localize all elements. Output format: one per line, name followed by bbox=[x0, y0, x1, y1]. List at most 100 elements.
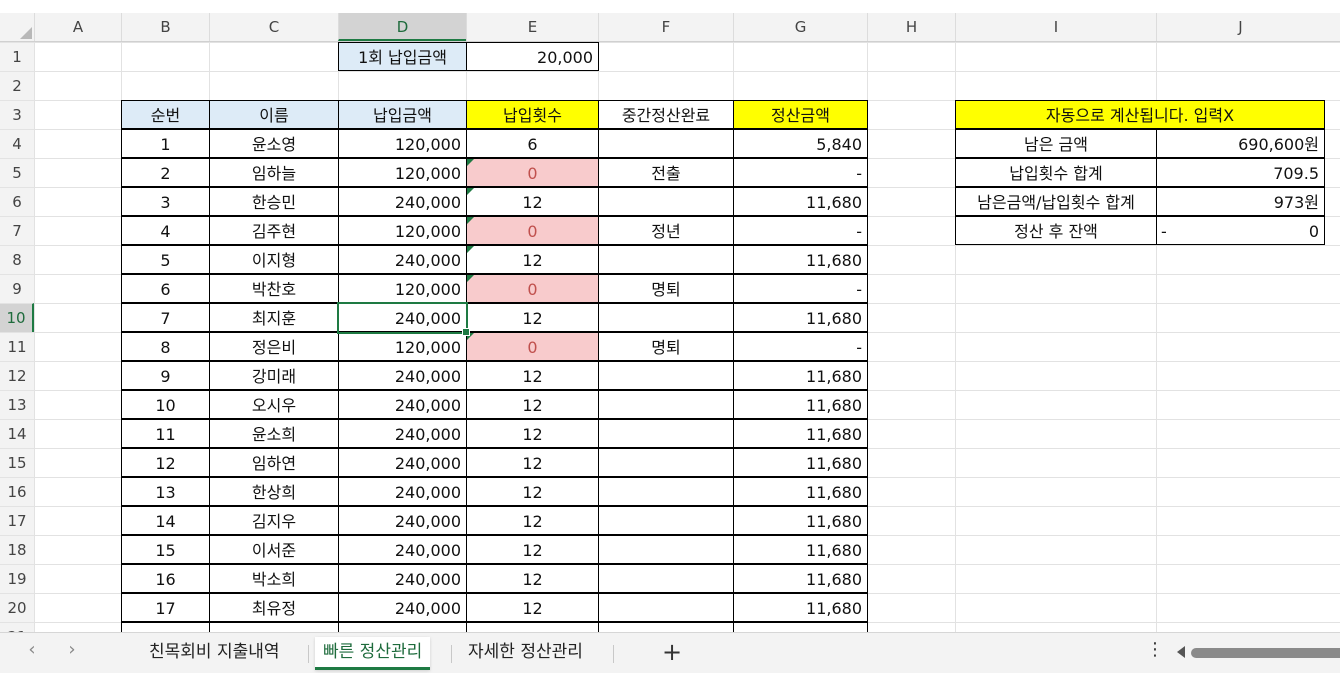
cell-seq[interactable]: 17 bbox=[121, 593, 210, 622]
row-header-4[interactable]: 4 bbox=[0, 129, 34, 158]
cell-amount[interactable]: 120,000 bbox=[338, 216, 467, 245]
column-header-f[interactable]: F bbox=[598, 13, 733, 41]
cell-count[interactable]: 12 bbox=[466, 419, 599, 448]
row-header-3[interactable]: 3 bbox=[0, 100, 34, 129]
cell-count[interactable]: 12 bbox=[466, 303, 599, 332]
row-header-17[interactable]: 17 bbox=[0, 506, 34, 535]
cell-seq[interactable]: 14 bbox=[121, 506, 210, 535]
more-options-icon[interactable]: ⋮ bbox=[1146, 639, 1164, 660]
row-header-5[interactable]: 5 bbox=[0, 158, 34, 187]
scroll-left-icon[interactable] bbox=[1177, 646, 1185, 658]
cell-settle[interactable]: 11,680 bbox=[733, 303, 868, 332]
header-seq[interactable]: 순번 bbox=[121, 100, 210, 129]
summary-value[interactable]: 0- bbox=[1156, 216, 1325, 245]
cell-name[interactable]: 윤소희 bbox=[209, 419, 339, 448]
cell-settle[interactable]: 11,680 bbox=[733, 477, 868, 506]
cell-settle[interactable]: 11,680 bbox=[733, 593, 868, 622]
cell-partial[interactable] bbox=[209, 622, 339, 632]
cell-count[interactable]: 12 bbox=[466, 535, 599, 564]
cell-amount[interactable]: 120,000 bbox=[338, 274, 467, 303]
cell-midsettle[interactable]: 전출 bbox=[598, 158, 734, 187]
horizontal-scrollbar[interactable] bbox=[1175, 643, 1340, 663]
cell-settle[interactable]: 11,680 bbox=[733, 564, 868, 593]
cell-midsettle[interactable] bbox=[598, 535, 734, 564]
cell-seq[interactable]: 11 bbox=[121, 419, 210, 448]
summary-label[interactable]: 납입횟수 합계 bbox=[955, 158, 1157, 187]
cell-count[interactable]: 12 bbox=[466, 564, 599, 593]
cell-midsettle[interactable] bbox=[598, 419, 734, 448]
cell-amount[interactable]: 120,000 bbox=[338, 158, 467, 187]
column-header-d[interactable]: D bbox=[338, 13, 466, 41]
cell-amount[interactable]: 240,000 bbox=[338, 419, 467, 448]
cell-seq[interactable]: 10 bbox=[121, 390, 210, 419]
row-header-6[interactable]: 6 bbox=[0, 187, 34, 216]
cell-seq[interactable]: 9 bbox=[121, 361, 210, 390]
cell-midsettle[interactable] bbox=[598, 303, 734, 332]
tab-expense-history[interactable]: 친목회비 지출내역 bbox=[141, 637, 288, 667]
row-header-12[interactable]: 12 bbox=[0, 361, 34, 390]
cell-count[interactable]: 12 bbox=[466, 361, 599, 390]
cell-amount[interactable]: 240,000 bbox=[338, 477, 467, 506]
cell-seq[interactable]: 15 bbox=[121, 535, 210, 564]
cell-name[interactable]: 강미래 bbox=[209, 361, 339, 390]
add-sheet-icon[interactable]: + bbox=[660, 637, 684, 667]
cell-settle[interactable]: 11,680 bbox=[733, 419, 868, 448]
row-header-18[interactable]: 18 bbox=[0, 535, 34, 564]
cell-midsettle[interactable]: 명퇴 bbox=[598, 332, 734, 361]
cell-midsettle[interactable] bbox=[598, 593, 734, 622]
summary-title[interactable]: 자동으로 계산됩니다. 입력X bbox=[955, 100, 1325, 129]
cell-name[interactable]: 임하늘 bbox=[209, 158, 339, 187]
header-midsettle[interactable]: 중간정산완료 bbox=[598, 100, 734, 129]
cell-seq[interactable]: 1 bbox=[121, 129, 210, 158]
cell-amount[interactable]: 240,000 bbox=[338, 593, 467, 622]
row-header-15[interactable]: 15 bbox=[0, 448, 34, 477]
cell-settle[interactable]: - bbox=[733, 158, 868, 187]
cell-name[interactable]: 한상희 bbox=[209, 477, 339, 506]
cell-partial[interactable] bbox=[121, 622, 210, 632]
cell-midsettle[interactable] bbox=[598, 506, 734, 535]
cell-name[interactable]: 윤소영 bbox=[209, 129, 339, 158]
cell-e1-value[interactable]: 20,000 bbox=[466, 42, 599, 71]
column-header-j[interactable]: J bbox=[1156, 13, 1324, 41]
cell-seq[interactable]: 4 bbox=[121, 216, 210, 245]
tab-detailed-settlement[interactable]: 자세한 정산관리 bbox=[460, 637, 591, 667]
cell-partial[interactable] bbox=[466, 622, 599, 632]
summary-label[interactable]: 정산 후 잔액 bbox=[955, 216, 1157, 245]
cell-settle[interactable]: 11,680 bbox=[733, 535, 868, 564]
row-header-14[interactable]: 14 bbox=[0, 419, 34, 448]
cell-amount[interactable]: 120,000 bbox=[338, 129, 467, 158]
cell-midsettle[interactable] bbox=[598, 448, 734, 477]
cell-seq[interactable]: 2 bbox=[121, 158, 210, 187]
row-header-16[interactable]: 16 bbox=[0, 477, 34, 506]
summary-value[interactable]: 709.5 bbox=[1156, 158, 1325, 187]
cell-midsettle[interactable] bbox=[598, 390, 734, 419]
cell-seq[interactable]: 7 bbox=[121, 303, 210, 332]
cell-name[interactable]: 최유정 bbox=[209, 593, 339, 622]
cell-name[interactable]: 오시우 bbox=[209, 390, 339, 419]
cell-amount[interactable]: 240,000 bbox=[338, 448, 467, 477]
cell-name[interactable]: 박소희 bbox=[209, 564, 339, 593]
cell-name[interactable]: 임하연 bbox=[209, 448, 339, 477]
chevron-right-icon[interactable]: › bbox=[60, 639, 84, 660]
header-name[interactable]: 이름 bbox=[209, 100, 339, 129]
cell-name[interactable]: 박찬호 bbox=[209, 274, 339, 303]
cell-count[interactable]: 12 bbox=[466, 593, 599, 622]
row-header-8[interactable]: 8 bbox=[0, 245, 34, 274]
column-header-a[interactable]: A bbox=[34, 13, 121, 41]
cell-midsettle[interactable] bbox=[598, 129, 734, 158]
cell-count[interactable]: 12 bbox=[466, 506, 599, 535]
row-header-9[interactable]: 9 bbox=[0, 274, 34, 303]
cell-count[interactable]: 0 bbox=[466, 332, 599, 361]
cell-settle[interactable]: 11,680 bbox=[733, 506, 868, 535]
cell-settle[interactable]: 11,680 bbox=[733, 390, 868, 419]
cell-name[interactable]: 이서준 bbox=[209, 535, 339, 564]
cell-seq[interactable]: 13 bbox=[121, 477, 210, 506]
cell-partial[interactable] bbox=[733, 622, 868, 632]
cell-seq[interactable]: 3 bbox=[121, 187, 210, 216]
cell-midsettle[interactable] bbox=[598, 477, 734, 506]
cell-settle[interactable]: 5,840 bbox=[733, 129, 868, 158]
select-all-corner[interactable] bbox=[0, 13, 34, 41]
cell-d1-label[interactable]: 1회 납입금액 bbox=[338, 42, 467, 71]
cell-count[interactable]: 6 bbox=[466, 129, 599, 158]
summary-label[interactable]: 남은금액/납입횟수 합계 bbox=[955, 187, 1157, 216]
